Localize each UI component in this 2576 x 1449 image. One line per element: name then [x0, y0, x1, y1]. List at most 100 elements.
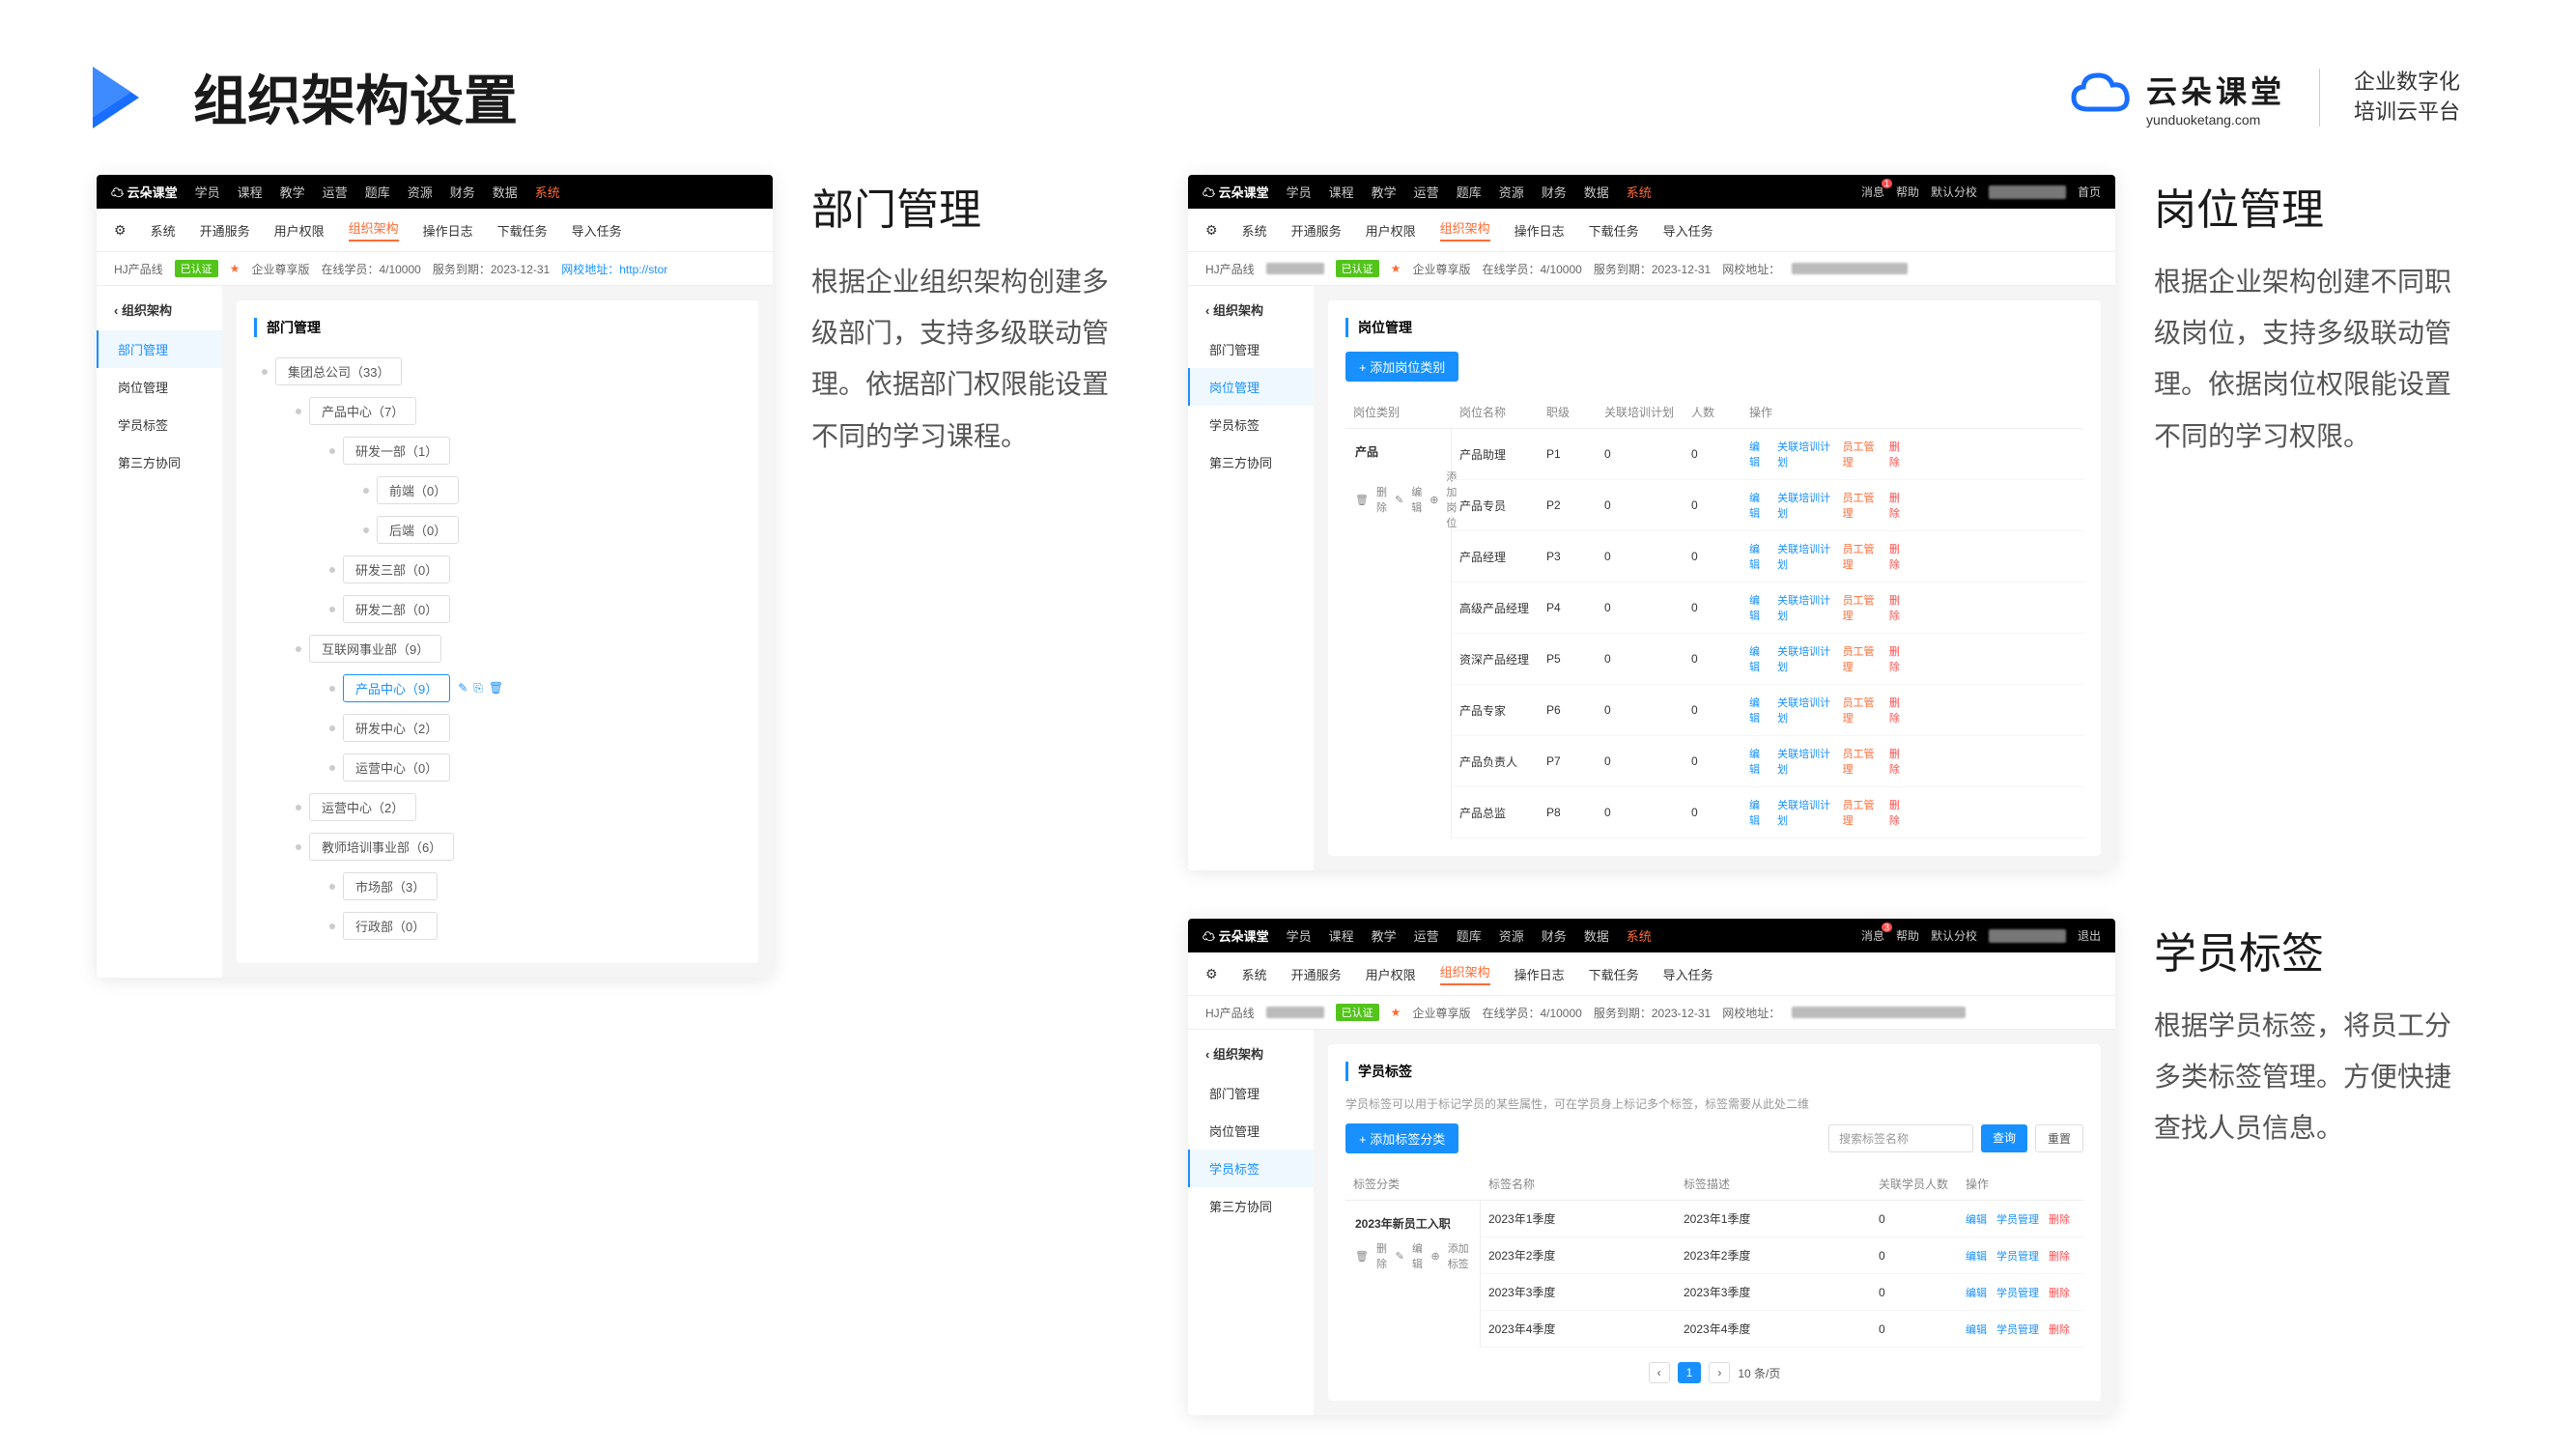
subnav-service[interactable]: 开通服务	[1291, 221, 1342, 240]
sidebar-item-third[interactable]: 第三方协同	[1188, 443, 1314, 481]
sidebar-item-job[interactable]: 岗位管理	[1188, 368, 1314, 406]
search-button[interactable]: 查询	[1981, 1124, 2027, 1152]
nav-data[interactable]: 数据	[493, 183, 518, 201]
op-edit[interactable]: 编辑	[1966, 1285, 1987, 1300]
subnav-log[interactable]: 操作日志	[423, 221, 473, 240]
op-plan[interactable]: 关联培训计划	[1777, 746, 1832, 777]
op-emp[interactable]: 学员管理	[1996, 1321, 2039, 1337]
op-emp[interactable]: 员工管理	[1843, 797, 1880, 828]
subnav-download[interactable]: 下载任务	[497, 221, 548, 240]
branch-link[interactable]: 默认分校	[1931, 927, 1977, 944]
op-emp[interactable]: 员工管理	[1843, 643, 1880, 674]
tree-node[interactable]: 研发三部（0）	[343, 555, 450, 583]
subnav-org[interactable]: 组织架构	[1440, 218, 1490, 242]
nav-data[interactable]: 数据	[1584, 183, 1609, 201]
branch-link[interactable]: 默认分校	[1931, 184, 1977, 200]
cat-del[interactable]: 删除	[1376, 1240, 1388, 1271]
op-edit[interactable]: 编辑	[1749, 695, 1768, 725]
op-emp[interactable]: 员工管理	[1843, 439, 1880, 469]
nav-exam[interactable]: 题库	[365, 183, 390, 201]
sidebar-item-dept[interactable]: 部门管理	[97, 330, 222, 368]
tree-node[interactable]: 集团总公司（33）	[275, 357, 402, 385]
search-input[interactable]: 搜索标签名称	[1828, 1124, 1973, 1152]
subnav-item[interactable]: 开通服务	[1291, 965, 1342, 983]
nav-item[interactable]: 资源	[1499, 926, 1524, 945]
nav-student[interactable]: 学员	[1287, 183, 1312, 201]
subnav-service[interactable]: 开通服务	[200, 221, 250, 240]
op-del[interactable]: 删除	[1889, 695, 1908, 725]
tree-node[interactable]: 运营中心（0）	[343, 753, 450, 781]
tree-node[interactable]: 运营中心（2）	[309, 793, 416, 821]
sidebar-item-third[interactable]: 第三方协同	[1188, 1187, 1314, 1225]
nav-item[interactable]: 教学	[1372, 926, 1397, 945]
sidebar-item-job[interactable]: 岗位管理	[1188, 1112, 1314, 1150]
tree-node[interactable]: 研发中心（2）	[343, 714, 450, 742]
subnav-item[interactable]: 下载任务	[1589, 965, 1639, 983]
home-link[interactable]: 首页	[2078, 184, 2101, 200]
cat-del[interactable]: 删除	[1376, 484, 1387, 515]
nav-course[interactable]: 课程	[238, 183, 263, 201]
tree-node[interactable]: 产品中心（7）	[309, 397, 416, 425]
copy-icon[interactable]: ⎘	[473, 681, 483, 696]
op-del[interactable]: 删除	[1889, 592, 1908, 623]
op-del[interactable]: 删除	[1889, 797, 1908, 828]
subnav-log[interactable]: 操作日志	[1514, 221, 1565, 240]
op-emp[interactable]: 员工管理	[1843, 695, 1880, 725]
op-edit[interactable]: 编辑	[1749, 439, 1768, 469]
tree-node[interactable]: 互联网事业部（9）	[309, 635, 441, 663]
nav-sys[interactable]: 系统	[1627, 183, 1652, 201]
subnav-import[interactable]: 导入任务	[1663, 221, 1713, 240]
cat-add[interactable]: 添加标签	[1448, 1240, 1470, 1271]
op-emp[interactable]: 员工管理	[1843, 592, 1880, 623]
sidebar-item-third[interactable]: 第三方协同	[97, 443, 222, 481]
nav-teach[interactable]: 教学	[280, 183, 305, 201]
nav-exam[interactable]: 题库	[1457, 183, 1482, 201]
help-link[interactable]: 帮助	[1896, 927, 1919, 944]
op-plan[interactable]: 关联培训计划	[1777, 541, 1832, 572]
subnav-item[interactable]: 组织架构	[1440, 962, 1490, 985]
msg-link[interactable]: 消息3	[1861, 927, 1884, 944]
op-del[interactable]: 删除	[1889, 490, 1908, 521]
nav-item[interactable]: 学员	[1287, 926, 1312, 945]
nav-res[interactable]: 资源	[1499, 183, 1524, 201]
exit-link[interactable]: 退出	[2078, 927, 2101, 944]
subnav-perm[interactable]: 用户权限	[274, 221, 325, 240]
nav-ops[interactable]: 运营	[323, 183, 348, 201]
subnav-item[interactable]: 用户权限	[1366, 965, 1416, 983]
reset-button[interactable]: 重置	[2035, 1124, 2083, 1152]
op-edit[interactable]: 编辑	[1749, 797, 1768, 828]
op-del[interactable]: 删除	[1889, 541, 1908, 572]
edit-icon[interactable]: ✎	[458, 681, 467, 696]
tree-node[interactable]: 研发一部（1）	[343, 437, 450, 465]
op-emp[interactable]: 学员管理	[1996, 1285, 2039, 1300]
tree-node[interactable]: 前端（0）	[377, 476, 459, 504]
cat-edit[interactable]: 编辑	[1412, 1240, 1424, 1271]
op-edit[interactable]: 编辑	[1749, 592, 1768, 623]
subnav-org[interactable]: 组织架构	[349, 218, 399, 242]
op-emp[interactable]: 员工管理	[1843, 490, 1880, 521]
sidebar-item-tag[interactable]: 学员标签	[1188, 1150, 1314, 1187]
add-tag-cat-button[interactable]: + 添加标签分类	[1345, 1123, 1458, 1153]
nav-item[interactable]: 运营	[1414, 926, 1439, 945]
subnav-import[interactable]: 导入任务	[572, 221, 622, 240]
tree-node[interactable]: 市场部（3）	[343, 872, 438, 900]
pager-prev[interactable]: ‹	[1649, 1362, 1670, 1383]
op-del[interactable]: 删除	[2049, 1248, 2070, 1264]
op-edit[interactable]: 编辑	[1749, 541, 1768, 572]
op-edit[interactable]: 编辑	[1966, 1248, 1987, 1264]
subnav-perm[interactable]: 用户权限	[1366, 221, 1416, 240]
pager-next[interactable]: ›	[1709, 1362, 1730, 1383]
nav-ops[interactable]: 运营	[1414, 183, 1439, 201]
op-plan[interactable]: 关联培训计划	[1777, 439, 1832, 469]
op-del[interactable]: 删除	[1889, 746, 1908, 777]
nav-teach[interactable]: 教学	[1372, 183, 1397, 201]
op-edit[interactable]: 编辑	[1966, 1211, 1987, 1227]
op-emp[interactable]: 员工管理	[1843, 541, 1880, 572]
op-del[interactable]: 删除	[1889, 439, 1908, 469]
op-edit[interactable]: 编辑	[1749, 746, 1768, 777]
op-edit[interactable]: 编辑	[1966, 1321, 1987, 1337]
op-edit[interactable]: 编辑	[1749, 490, 1768, 521]
sidebar-item-dept[interactable]: 部门管理	[1188, 330, 1314, 368]
add-job-cat-button[interactable]: + 添加岗位类别	[1345, 352, 1458, 382]
op-plan[interactable]: 关联培训计划	[1777, 797, 1832, 828]
